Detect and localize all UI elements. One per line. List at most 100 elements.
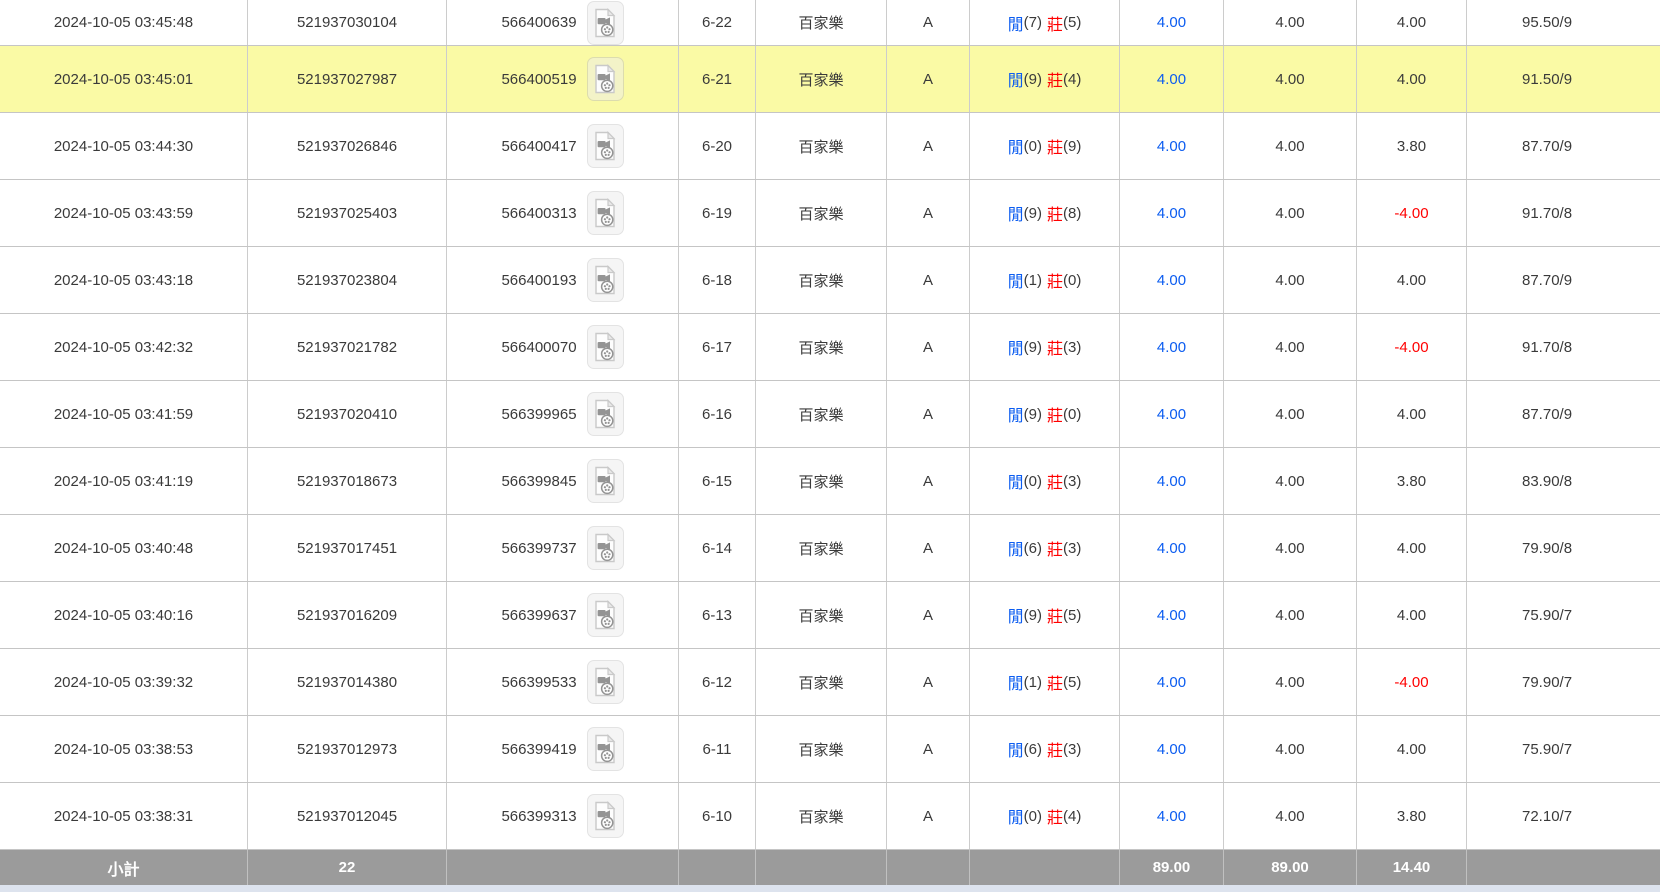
bet-amount-link[interactable]: 4.00 [1157,339,1186,356]
subtotal-bet-total: 89.00 [1120,850,1224,885]
video-replay-button[interactable] [586,459,624,503]
game-id: 566400639 [501,14,577,31]
game-type: 百家樂 [798,808,844,826]
win-loss-amount: 4.00 [1396,740,1427,758]
subtotal-empty-game-type [756,850,887,885]
player-result-value: (9) [1023,606,1042,624]
video-replay-button[interactable] [586,191,624,235]
game-type-cell: 百家樂 [756,515,887,581]
banker-result-value: (4) [1063,807,1082,825]
video-replay-button[interactable] [586,660,624,704]
subtotal-label: 小計 [0,850,248,885]
record-row: 2024-10-05 03:38:53 521937012973 5663994… [0,716,1660,783]
win-loss-cell: -4.00 [1357,314,1467,380]
valid-bet-amount: 4.00 [1275,70,1305,88]
valid-bet-amount: 4.00 [1275,606,1305,624]
table-code: A [922,204,933,222]
round-number: 6-14 [701,539,733,557]
video-replay-button[interactable] [586,124,624,168]
bet-amount-link[interactable]: 4.00 [1157,14,1186,31]
bet-time: 2024-10-05 03:43:59 [53,204,194,222]
video-replay-button[interactable] [586,593,624,637]
game-id: 566399533 [501,673,577,691]
result-cell: 閒 (9) 莊 (5) [970,582,1120,648]
video-replay-button[interactable] [586,526,624,570]
bet-time: 2024-10-05 03:38:53 [53,740,194,758]
round-number: 6-20 [701,137,733,155]
result-cell: 閒 (9) 莊 (0) [970,381,1120,447]
bet-amount-link[interactable]: 4.00 [1157,607,1186,624]
player-result-value: (6) [1023,539,1042,557]
bet-id-cell: 521937021782 [248,314,447,380]
bet-amount-link[interactable]: 4.00 [1157,138,1186,155]
video-replay-button[interactable] [586,325,624,369]
table-code-cell: A [887,381,970,447]
video-replay-icon [595,131,616,161]
table-code: A [922,606,933,624]
valid-bet-cell: 4.00 [1224,314,1357,380]
result-cell: 閒 (9) 莊 (8) [970,180,1120,246]
win-loss-cell: 4.00 [1357,46,1467,112]
win-loss-cell: -4.00 [1357,180,1467,246]
bet-id: 521937026846 [296,137,398,155]
bet-id: 521937014380 [296,673,398,691]
bet-id: 521937018673 [296,472,398,490]
record-row: 2024-10-05 03:38:31 521937012045 5663993… [0,783,1660,850]
table-code: A [922,14,933,31]
video-replay-button[interactable] [586,727,624,771]
result-cell: 閒 (6) 莊 (3) [970,515,1120,581]
valid-bet-cell: 4.00 [1224,582,1357,648]
banker-result-value: (3) [1063,539,1082,557]
win-loss-cell: 3.80 [1357,113,1467,179]
round-cell: 6-21 [679,46,756,112]
bet-amount-link[interactable]: 4.00 [1157,473,1186,490]
win-loss-cell: 3.80 [1357,783,1467,849]
bet-amount-link[interactable]: 4.00 [1157,808,1186,825]
banker-result-label: 莊 [1047,207,1064,224]
valid-bet-cell: 4.00 [1224,515,1357,581]
game-type: 百家樂 [798,540,844,558]
bet-amount-link[interactable]: 4.00 [1157,540,1186,557]
banker-result-label: 莊 [1047,743,1064,760]
bet-amount-link[interactable]: 4.00 [1157,71,1186,88]
game-id-cell: 566400639 [447,0,679,45]
bet-amount-link[interactable]: 4.00 [1157,205,1186,222]
record-row: 2024-10-05 03:40:48 521937017451 5663997… [0,515,1660,582]
bet-id: 521937025403 [296,204,398,222]
balance-cell: 75.90/7 [1467,716,1660,782]
subtotal-empty-round [679,850,756,885]
bet-amount-link[interactable]: 4.00 [1157,674,1186,691]
player-result-value: (9) [1023,70,1042,88]
round-cell: 6-17 [679,314,756,380]
record-row: 2024-10-05 03:41:59 521937020410 5663999… [0,381,1660,448]
bet-amount-link[interactable]: 4.00 [1157,406,1186,423]
bet-amount-cell: 4.00 [1120,247,1224,313]
bet-amount-cell: 4.00 [1120,180,1224,246]
video-replay-button[interactable] [586,0,624,45]
bet-time-cell: 2024-10-05 03:38:53 [0,716,248,782]
game-id-cell: 566400070 [447,314,679,380]
win-loss-amount: 4.00 [1396,405,1427,423]
video-replay-button[interactable] [586,794,624,838]
bet-time: 2024-10-05 03:38:31 [53,807,194,825]
game-type-cell: 百家樂 [756,381,887,447]
round-cell: 6-19 [679,180,756,246]
game-type: 百家樂 [798,138,844,156]
subtotal-empty-balance [1467,850,1660,885]
video-replay-icon [595,265,616,295]
video-replay-button[interactable] [586,57,624,101]
bet-amount-link[interactable]: 4.00 [1157,272,1186,289]
bet-time-cell: 2024-10-05 03:43:18 [0,247,248,313]
video-replay-button[interactable] [586,258,624,302]
record-row: 2024-10-05 03:44:30 521937026846 5664004… [0,113,1660,180]
banker-result-label: 莊 [1047,16,1064,34]
video-replay-button[interactable] [586,392,624,436]
player-result-value: (9) [1023,338,1042,356]
bet-amount-link[interactable]: 4.00 [1157,741,1186,758]
balance-value: 79.90/7 [1522,673,1573,691]
balance-value: 75.90/7 [1522,740,1573,758]
bet-time: 2024-10-05 03:41:59 [53,405,194,423]
balance-cell: 87.70/9 [1467,113,1660,179]
banker-result-value: (9) [1063,137,1082,155]
result-cell: 閒 (7) 莊 (5) [970,0,1120,45]
